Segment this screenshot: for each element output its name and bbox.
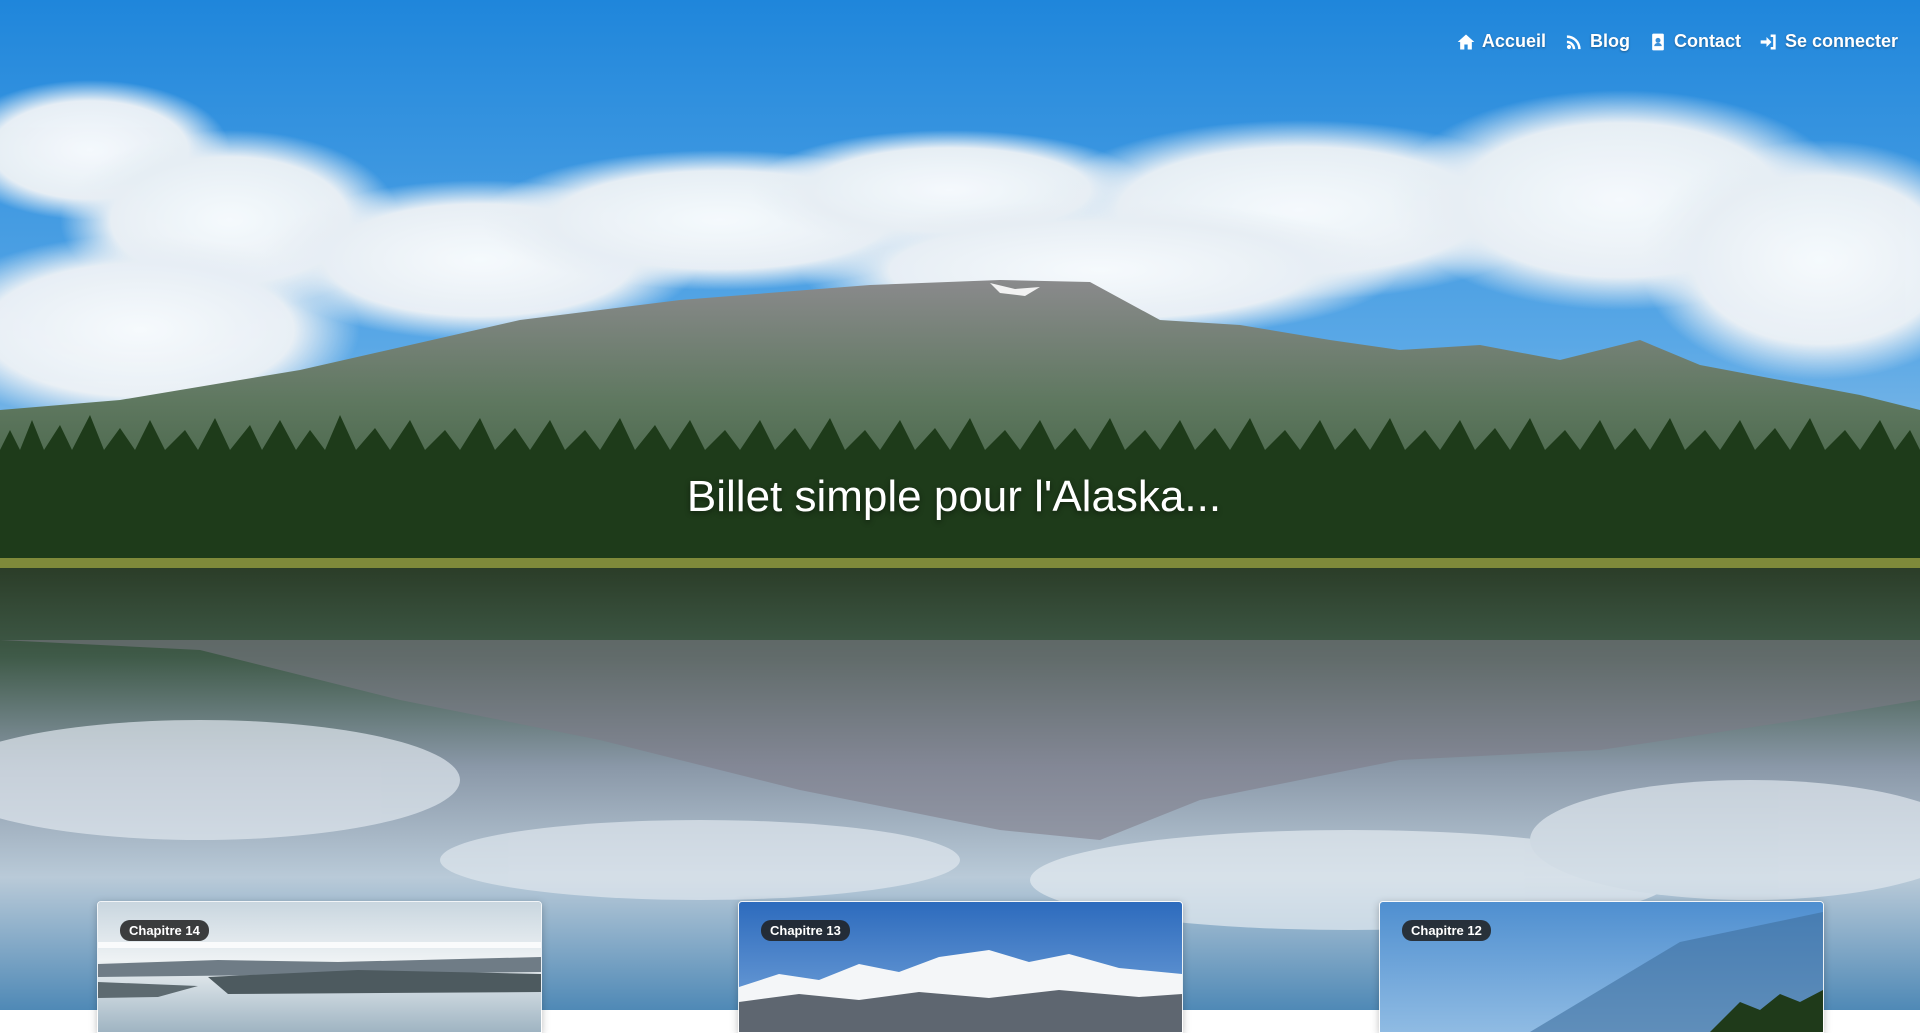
nav-accueil-link[interactable]: Accueil (1456, 31, 1546, 52)
address-book-icon (1652, 33, 1664, 50)
top-navigation: Accueil Blog Contact Se connecter (1456, 31, 1898, 52)
chapter-badge: Chapitre 14 (120, 920, 209, 941)
nav-login-link[interactable]: Se connecter (1759, 31, 1898, 52)
rss-icon (1566, 34, 1581, 49)
chapter-card[interactable]: Chapitre 14 (97, 901, 542, 1033)
chapter-cards: Chapitre 14 Chapitre 13 Chapitre 12 (97, 901, 1824, 1033)
nav-blog-label: Blog (1589, 31, 1630, 51)
nav-contact-label: Contact (1673, 31, 1741, 51)
chapter-badge: Chapitre 12 (1402, 920, 1491, 941)
home-icon (1457, 34, 1475, 49)
sign-in-icon (1760, 34, 1776, 49)
nav-contact-link[interactable]: Contact (1648, 31, 1741, 52)
chapter-card[interactable]: Chapitre 12 (1379, 901, 1824, 1033)
nav-login-label: Se connecter (1784, 31, 1898, 51)
hero-title: Billet simple pour l'Alaska... (686, 472, 1222, 521)
chapter-badge: Chapitre 13 (761, 920, 850, 941)
chapter-card[interactable]: Chapitre 13 (738, 901, 1183, 1033)
nav-accueil-label: Accueil (1481, 31, 1546, 51)
nav-blog-link[interactable]: Blog (1564, 31, 1630, 52)
